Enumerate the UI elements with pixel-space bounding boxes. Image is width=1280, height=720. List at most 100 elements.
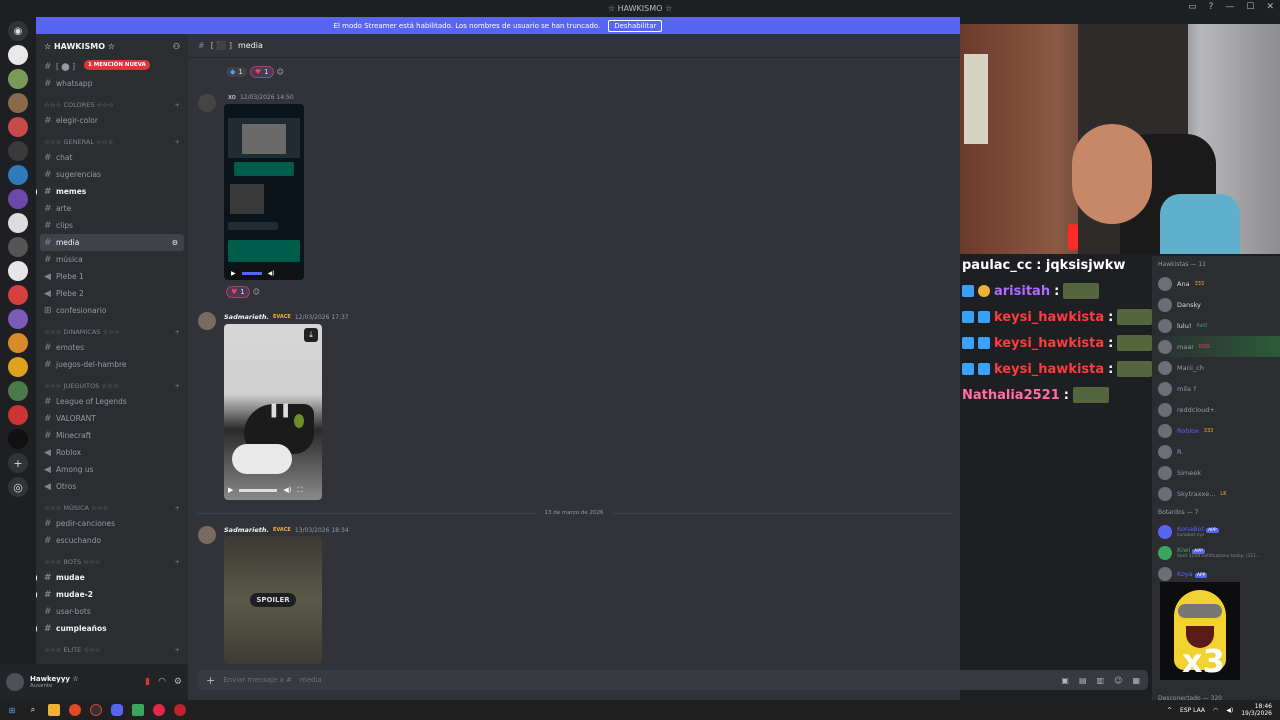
- voice-channel-item[interactable]: ◀ Among us: [36, 461, 188, 478]
- download-icon[interactable]: ⤓: [304, 328, 318, 342]
- category-header[interactable]: ☆☆☆ JUEGUITOS ☆☆☆ +: [36, 373, 188, 393]
- message-author[interactable]: Sadmarieth.: [224, 526, 269, 534]
- member-item[interactable]: Kiwi APP Sent 3218 notifications today. (…: [1152, 542, 1280, 563]
- spoiler-attachment[interactable]: SPOILER: [224, 536, 322, 664]
- server-icon[interactable]: [8, 285, 28, 305]
- channel-item[interactable]: # pedir-canciones: [36, 515, 188, 532]
- wifi-icon[interactable]: ◠: [1213, 707, 1218, 714]
- server-icon[interactable]: [8, 381, 28, 401]
- channel-settings-icon[interactable]: ⚙: [172, 239, 178, 247]
- pause-icon[interactable]: ❚❚: [268, 402, 291, 418]
- server-icon[interactable]: [8, 69, 28, 89]
- server-icon[interactable]: [8, 189, 28, 209]
- channel-item[interactable]: # cumpleaños: [36, 620, 188, 637]
- channel-item[interactable]: # juegos-del-hambre: [36, 356, 188, 373]
- member-item[interactable]: mila ?: [1152, 378, 1280, 399]
- obs-icon[interactable]: [90, 704, 102, 716]
- avatar[interactable]: [198, 526, 216, 544]
- volume-icon[interactable]: ◀): [268, 270, 275, 277]
- server-icon[interactable]: [8, 429, 28, 449]
- gift-icon[interactable]: ▣: [1061, 676, 1069, 685]
- category-header[interactable]: ☆☆☆ COLORES ☆☆☆ +: [36, 92, 188, 112]
- member-item[interactable]: lulu! Pat0: [1152, 315, 1280, 336]
- channel-item[interactable]: # escuchando: [36, 532, 188, 549]
- member-item[interactable]: KonaBot APP konabot.xyz: [1152, 521, 1280, 542]
- server-icon[interactable]: [8, 357, 28, 377]
- category-header[interactable]: ☆☆☆ GENERAL ☆☆☆ +: [36, 129, 188, 149]
- server-icon[interactable]: [8, 117, 28, 137]
- progress-bar[interactable]: [239, 488, 278, 492]
- add-channel-icon[interactable]: +: [175, 328, 180, 336]
- reaction-pill[interactable]: ♥ 1: [226, 286, 250, 298]
- user-info[interactable]: Hawkeyyy ☆ Ausente: [30, 675, 79, 689]
- add-channel-icon[interactable]: +: [175, 558, 180, 566]
- channel-item-active[interactable]: # media ⚙: [40, 234, 184, 251]
- server-icon[interactable]: [8, 45, 28, 65]
- minimize-icon[interactable]: —: [1225, 2, 1234, 12]
- server-icon[interactable]: [8, 333, 28, 353]
- search-icon[interactable]: ⌕: [27, 704, 39, 716]
- add-channel-icon[interactable]: +: [175, 138, 180, 146]
- channel-item[interactable]: # mudae: [36, 569, 188, 586]
- server-icon[interactable]: [8, 93, 28, 113]
- server-icon[interactable]: [8, 261, 28, 281]
- voice-channel-item[interactable]: ◀ Roblox: [36, 444, 188, 461]
- voice-channel-item[interactable]: ◀ Otros: [36, 478, 188, 495]
- music-app-icon[interactable]: [153, 704, 165, 716]
- category-header[interactable]: ☆☆☆ MÚSICA ☆☆☆ +: [36, 495, 188, 515]
- volume-icon[interactable]: ◀): [1226, 707, 1233, 714]
- add-server-icon[interactable]: +: [8, 453, 28, 473]
- channel-item[interactable]: # arte: [36, 200, 188, 217]
- add-channel-icon[interactable]: +: [175, 101, 180, 109]
- server-icon[interactable]: [8, 405, 28, 425]
- channel-item[interactable]: # emotes: [36, 339, 188, 356]
- mic-muted-icon[interactable]: ▮: [145, 677, 150, 687]
- server-icon[interactable]: [8, 165, 28, 185]
- member-item[interactable]: Roblox 333: [1152, 420, 1280, 441]
- member-item[interactable]: Dansky: [1152, 294, 1280, 315]
- forum-channel-item[interactable]: ⊞ confesionario: [36, 302, 188, 319]
- video-player[interactable]: ⤓ ❚❚ ▶ ◀) ⛶: [224, 324, 322, 500]
- sticker-icon[interactable]: ▥: [1097, 676, 1105, 685]
- channel-item[interactable]: # clips: [36, 217, 188, 234]
- guild-header[interactable]: ☆ HAWKISMO ☆ ⚇: [36, 34, 188, 58]
- add-channel-icon[interactable]: +: [175, 646, 180, 654]
- add-channel-icon[interactable]: +: [175, 504, 180, 512]
- reaction-pill[interactable]: ◆ 1: [226, 67, 247, 77]
- help-icon[interactable]: ?: [1209, 2, 1214, 12]
- clock[interactable]: 18:46 19/3/2026: [1241, 703, 1272, 717]
- channel-item[interactable]: # [ ⬤ ] 1 MENCIÓN NUEVA: [36, 58, 188, 75]
- category-header[interactable]: ☆☆☆ DINAMICAS ☆☆☆ +: [36, 319, 188, 339]
- language-indicator[interactable]: ESP LAA: [1180, 707, 1205, 714]
- member-item[interactable]: Skytraxxe... LK: [1152, 483, 1280, 504]
- gif-icon[interactable]: ▤: [1079, 676, 1087, 685]
- member-item[interactable]: R.: [1152, 441, 1280, 462]
- channel-item[interactable]: # VALORANT: [36, 410, 188, 427]
- disable-streamer-button[interactable]: Deshabilitar: [608, 19, 663, 32]
- channel-item[interactable]: # Minecraft: [36, 427, 188, 444]
- member-item[interactable]: Ana 333: [1152, 273, 1280, 294]
- screenshot-image[interactable]: ▶ ◀): [224, 104, 304, 280]
- server-icon[interactable]: [8, 309, 28, 329]
- channel-item[interactable]: # memes: [36, 183, 188, 200]
- member-item[interactable]: Marii_ch: [1152, 357, 1280, 378]
- maximize-icon[interactable]: ☐: [1246, 2, 1254, 12]
- avatar[interactable]: [198, 94, 216, 112]
- channel-item[interactable]: # sugerencias: [36, 166, 188, 183]
- spoiler-label[interactable]: SPOILER: [250, 593, 296, 607]
- server-icon[interactable]: [8, 237, 28, 257]
- category-header[interactable]: ☆☆☆ BOTS ☆☆☆ +: [36, 549, 188, 569]
- home-button[interactable]: ◉: [8, 21, 28, 41]
- add-reaction-icon[interactable]: ☺: [253, 288, 260, 296]
- member-item[interactable]: maar KISS: [1152, 336, 1280, 357]
- emoji-icon[interactable]: ☺: [1114, 676, 1122, 685]
- channel-item[interactable]: # música: [36, 251, 188, 268]
- apps-icon[interactable]: ▦: [1132, 676, 1140, 685]
- member-item[interactable]: Simeek: [1152, 462, 1280, 483]
- message-composer[interactable]: + Enviar mensaje a # media ▣ ▤ ▥ ☺ ▦: [198, 670, 1148, 690]
- channel-item[interactable]: # whatsapp: [36, 75, 188, 92]
- chevron-up-icon[interactable]: ^: [1167, 707, 1172, 714]
- app-icon[interactable]: [174, 704, 186, 716]
- member-item[interactable]: reddcloud+.: [1152, 399, 1280, 420]
- avatar[interactable]: [6, 673, 24, 691]
